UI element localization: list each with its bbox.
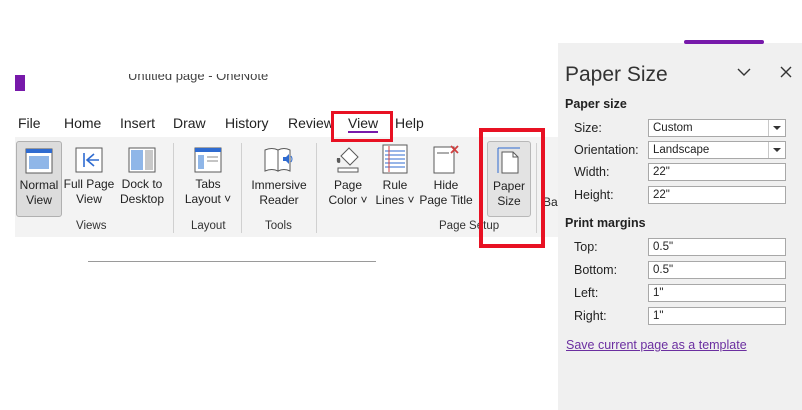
ribbon-separator — [316, 143, 317, 233]
rule-lines-label-2: Lines ˅ — [375, 193, 415, 207]
menu-home[interactable]: Home — [64, 115, 101, 131]
print-margins-section-heading: Print margins — [565, 216, 646, 230]
normal-view-label-2: View — [26, 193, 52, 207]
hide-page-title-icon — [433, 145, 459, 174]
top-margin-input[interactable]: 0.5" — [648, 238, 786, 256]
orientation-value: Landscape — [653, 144, 710, 156]
tabs-layout-icon — [194, 147, 222, 173]
menu-history[interactable]: History — [225, 115, 269, 131]
page-color-label-1: Page — [333, 178, 363, 192]
hide-page-title-label-1: Hide — [433, 178, 459, 192]
left-margin-input[interactable]: 1" — [648, 284, 786, 302]
menu-insert[interactable]: Insert — [120, 115, 155, 131]
pane-title: Paper Size — [565, 63, 668, 86]
width-input[interactable]: 22" — [648, 163, 786, 181]
group-label-layout: Layout — [191, 220, 226, 232]
top-margin-label: Top: — [574, 240, 598, 254]
paper-size-highlight — [479, 128, 545, 248]
orientation-dropdown[interactable]: Landscape — [648, 141, 786, 159]
ribbon-partial-button-label[interactable]: Ba — [543, 195, 558, 210]
view-tab-highlight — [331, 111, 393, 142]
immersive-reader-button[interactable]: Immersive Reader — [248, 141, 310, 215]
tabs-layout-label-1: Tabs — [195, 177, 221, 191]
dock-to-desktop-label-1: Dock to — [121, 177, 163, 191]
hide-page-title-button[interactable]: Hide Page Title — [418, 141, 474, 215]
dock-to-desktop-button[interactable]: Dock to Desktop — [117, 141, 167, 215]
ribbon-separator — [241, 143, 242, 233]
close-icon[interactable] — [778, 64, 794, 80]
size-value: Custom — [653, 122, 693, 134]
tabs-layout-button[interactable]: Tabs Layout ˅ — [182, 141, 234, 215]
dropdown-arrow-icon[interactable] — [768, 142, 785, 158]
tabs-layout-label-2: Layout ˅ — [184, 192, 232, 206]
paint-bucket-icon — [336, 147, 359, 173]
rule-lines-icon — [382, 144, 408, 174]
dock-to-desktop-icon — [128, 147, 156, 173]
immersive-reader-icon — [264, 148, 293, 172]
page-color-button[interactable]: Page Color ˅ — [325, 141, 371, 215]
menu-help[interactable]: Help — [395, 115, 424, 131]
full-page-view-button[interactable]: Full Page View — [63, 141, 115, 215]
normal-view-icon — [25, 148, 53, 174]
full-page-view-label-2: View — [76, 192, 102, 206]
group-label-tools: Tools — [265, 220, 292, 232]
page-color-label-2: Color ˅ — [328, 193, 368, 207]
immersive-reader-label-1: Immersive — [251, 178, 307, 192]
menu-file[interactable]: File — [18, 115, 41, 131]
window-title: Untitled page - OneNote — [128, 68, 269, 83]
chevron-down-icon[interactable] — [736, 64, 752, 80]
right-margin-label: Right: — [574, 309, 607, 323]
page-title-line[interactable] — [88, 261, 376, 262]
bottom-margin-input[interactable]: 0.5" — [648, 261, 786, 279]
menu-review[interactable]: Review — [288, 115, 334, 131]
dropdown-arrow-icon[interactable] — [768, 120, 785, 136]
height-input[interactable]: 22" — [648, 186, 786, 204]
height-label: Height: — [574, 188, 614, 202]
menu-draw[interactable]: Draw — [173, 115, 206, 131]
full-page-view-label-1: Full Page — [63, 177, 115, 191]
save-as-template-link[interactable]: Save current page as a template — [566, 338, 747, 352]
immersive-reader-label-2: Reader — [259, 193, 299, 207]
bottom-margin-label: Bottom: — [574, 263, 618, 277]
right-margin-input[interactable]: 1" — [648, 307, 786, 325]
rule-lines-button[interactable]: Rule Lines ˅ — [373, 141, 417, 215]
rule-lines-label-1: Rule — [382, 178, 408, 192]
normal-view-label-1: Normal — [19, 178, 59, 192]
full-page-view-icon — [75, 147, 103, 173]
dock-to-desktop-label-2: Desktop — [119, 192, 165, 206]
left-margin-label: Left: — [574, 286, 599, 300]
onenote-logo-icon — [15, 75, 25, 91]
size-dropdown[interactable]: Custom — [648, 119, 786, 137]
pane-accent-bar — [684, 40, 764, 44]
normal-view-button[interactable]: Normal View — [16, 141, 62, 217]
ribbon-separator — [173, 143, 174, 233]
hide-page-title-label-2: Page Title — [419, 193, 473, 207]
orientation-label: Orientation: — [574, 143, 639, 157]
width-label: Width: — [574, 165, 610, 179]
paper-size-section-heading: Paper size — [565, 97, 627, 111]
size-label: Size: — [574, 121, 602, 135]
group-label-views: Views — [76, 220, 107, 232]
